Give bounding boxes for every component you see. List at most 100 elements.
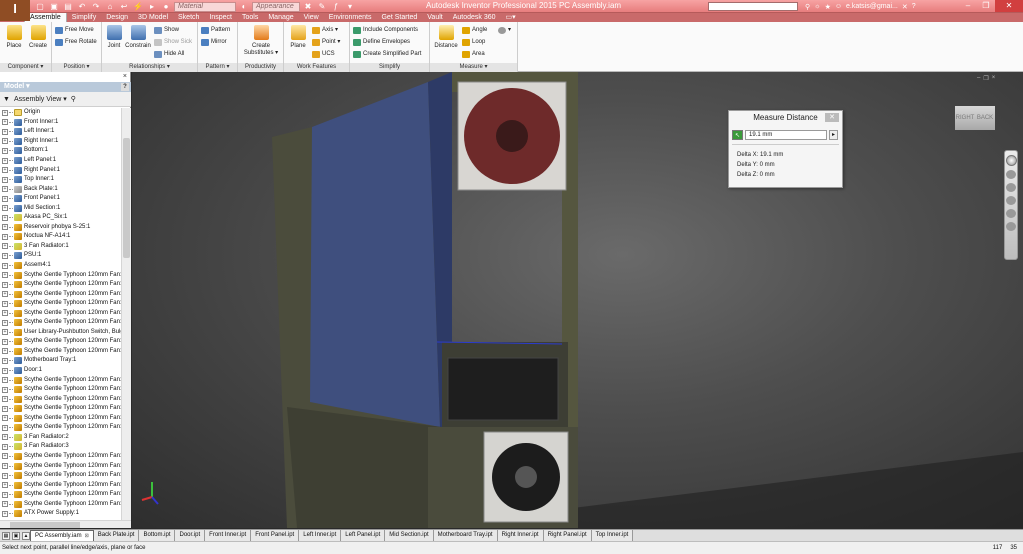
browser-node[interactable]: + Top Inner:1	[0, 175, 121, 185]
browser-node[interactable]: + ATX Power Supply:1	[0, 509, 121, 519]
subscription-icon[interactable]: ☼	[814, 3, 820, 10]
show-button[interactable]: Show	[154, 26, 179, 34]
expand-icon[interactable]: +	[2, 262, 8, 269]
restore-icon[interactable]: ❐	[977, 0, 995, 12]
close-icon[interactable]: ✕	[995, 0, 1023, 12]
browser-help-icon[interactable]: ?	[121, 83, 129, 91]
browser-close-icon[interactable]: ×	[123, 73, 127, 80]
expand-icon[interactable]: +	[2, 338, 8, 345]
browser-node[interactable]: + Bottom:1	[0, 146, 121, 156]
viewcube-right-face[interactable]: RIGHT	[955, 106, 975, 130]
help-button[interactable]: ?	[912, 3, 916, 10]
browser-node[interactable]: +3 Fan Radiator:1	[0, 242, 121, 252]
expand-icon[interactable]: +	[2, 501, 8, 508]
redo-icon[interactable]: ↷	[90, 2, 102, 12]
create-substitutes-button[interactable]: Create Substitutes ▾	[241, 25, 281, 57]
home-icon[interactable]: ⌂	[104, 2, 116, 12]
expand-icon[interactable]: +	[2, 186, 8, 193]
document-tab[interactable]: Mid Section.ipt	[385, 530, 434, 541]
document-list-icon[interactable]: ▲	[22, 531, 30, 540]
browser-node[interactable]: + Left Panel:1	[0, 156, 121, 166]
expand-icon[interactable]: +	[2, 128, 8, 135]
update-icon[interactable]: ⚡	[132, 2, 144, 12]
tabs-overflow-icon[interactable]: ▭▾	[501, 13, 521, 22]
expand-icon[interactable]: +	[2, 510, 8, 517]
expand-icon[interactable]: +	[2, 357, 8, 364]
expand-icon[interactable]: +	[2, 329, 8, 336]
browser-node[interactable]: + Scythe Gentle Typhoon 120mm Fan:6	[0, 318, 121, 328]
document-tab[interactable]: Door.ipt	[175, 530, 206, 541]
browser-node[interactable]: + Scythe Gentle Typhoon 120mm Fan:1	[0, 452, 121, 462]
expand-icon[interactable]: +	[2, 272, 8, 279]
document-tab[interactable]: Front Panel.ipt	[251, 530, 300, 541]
measure-close-icon[interactable]: ✕	[825, 113, 839, 122]
browser-scroll-thumb[interactable]	[123, 138, 130, 258]
expand-icon[interactable]: +	[2, 167, 8, 174]
angle-button[interactable]: Angle	[462, 26, 487, 34]
ribbon-options-icon[interactable]: ▾	[498, 26, 511, 34]
browser-node[interactable]: +3 Fan Radiator:3	[0, 442, 121, 452]
expand-icon[interactable]: +	[2, 453, 8, 460]
expand-icon[interactable]: +	[2, 281, 8, 288]
browser-node[interactable]: + Door:1	[0, 366, 121, 376]
user-name[interactable]: e.katsis@gmai...	[846, 3, 898, 10]
viewport-minimize-icon[interactable]: –	[977, 75, 980, 82]
browser-node[interactable]: + Noctua NF-A14:1	[0, 232, 121, 242]
mirror-button[interactable]: Mirror	[201, 38, 227, 46]
qat-dropdown-icon[interactable]: ▾	[344, 2, 356, 12]
expand-icon[interactable]: +	[2, 463, 8, 469]
browser-node[interactable]: + Right Panel:1	[0, 165, 121, 175]
browser-node[interactable]: + Scythe Gentle Typhoon 120mm Fan:5	[0, 308, 121, 318]
expand-icon[interactable]: +	[2, 472, 8, 479]
position-panel-title[interactable]: Position ▾	[52, 63, 101, 72]
minimize-icon[interactable]: –	[959, 0, 977, 12]
viewcube-back-face[interactable]: BACK	[975, 106, 995, 130]
browser-node[interactable]: +3 Fan Radiator:2	[0, 433, 121, 443]
browser-node[interactable]: + Origin	[0, 108, 121, 118]
tab-inspect[interactable]: Inspect	[204, 13, 237, 22]
expand-icon[interactable]: +	[2, 157, 8, 164]
browser-node[interactable]: + Scythe Gentle Typhoon 120mm Fan:1	[0, 471, 121, 481]
viewport-close-icon[interactable]: ×	[992, 75, 996, 82]
document-tab[interactable]: PC Assembly.iam ⊠	[30, 530, 94, 541]
joint-button[interactable]: Joint	[104, 25, 124, 50]
browser-node[interactable]: + User Library-Pushbutton Switch, Bulg	[0, 328, 121, 338]
browser-node[interactable]: + Scythe Gentle Typhoon 120mm Fan:1	[0, 461, 121, 471]
browser-node[interactable]: + Scythe Gentle Typhoon 120mm Fan:1	[0, 394, 121, 404]
expand-icon[interactable]: +	[2, 386, 8, 393]
browser-node[interactable]: + Scythe Gentle Typhoon 120mm Fan:1	[0, 414, 121, 424]
measure-select-icon[interactable]: ↖	[732, 129, 743, 140]
browser-node[interactable]: + Scythe Gentle Typhoon 120mm Fan:7	[0, 337, 121, 347]
steering-wheel-icon[interactable]	[1005, 155, 1017, 166]
browser-node[interactable]: + Front Panel:1	[0, 194, 121, 204]
create-simplified-part-button[interactable]: Create Simplified Part	[353, 50, 421, 58]
document-tab[interactable]: Left Inner.ipt	[299, 530, 342, 541]
navbar-options-icon[interactable]	[1006, 222, 1016, 231]
measure-distance-title-bar[interactable]: Measure Distance ✕	[729, 111, 842, 125]
pattern-button[interactable]: Pattern	[201, 26, 230, 34]
tab-tools[interactable]: Tools	[237, 13, 263, 22]
expand-icon[interactable]: +	[2, 214, 8, 221]
expand-icon[interactable]: +	[2, 109, 8, 116]
expand-icon[interactable]: +	[2, 396, 8, 403]
browser-node[interactable]: + Scythe Gentle Typhoon 120mm Fan:3	[0, 289, 121, 299]
browser-node[interactable]: + Scythe Gentle Typhoon 120mm Fan:8	[0, 347, 121, 357]
undo-icon[interactable]: ↶	[76, 2, 88, 12]
document-tab[interactable]: Left Panel.ipt	[341, 530, 386, 541]
expand-icon[interactable]: +	[2, 310, 8, 317]
help-search-input[interactable]	[708, 2, 798, 11]
browser-vertical-scrollbar[interactable]	[121, 108, 131, 520]
expand-icon[interactable]: +	[2, 147, 8, 154]
browser-node[interactable]: + Mid Section:1	[0, 203, 121, 213]
tile-windows-icon[interactable]: ▦	[2, 531, 10, 540]
document-close-icon[interactable]: ⊠	[85, 533, 89, 539]
tab-simplify[interactable]: Simplify	[67, 13, 102, 22]
browser-node[interactable]: + Scythe Gentle Typhoon 120mm Fan:2	[0, 280, 121, 290]
expand-icon[interactable]: +	[2, 434, 8, 441]
browser-node[interactable]: + Scythe Gentle Typhoon 120mm Fan:4	[0, 299, 121, 309]
document-tab[interactable]: Right Panel.ipt	[543, 530, 592, 541]
expand-icon[interactable]: +	[2, 233, 8, 240]
viewport-restore-icon[interactable]: ❐	[983, 75, 988, 82]
place-button[interactable]: Place	[3, 25, 25, 50]
browser-node[interactable]: + Right Inner:1	[0, 137, 121, 147]
